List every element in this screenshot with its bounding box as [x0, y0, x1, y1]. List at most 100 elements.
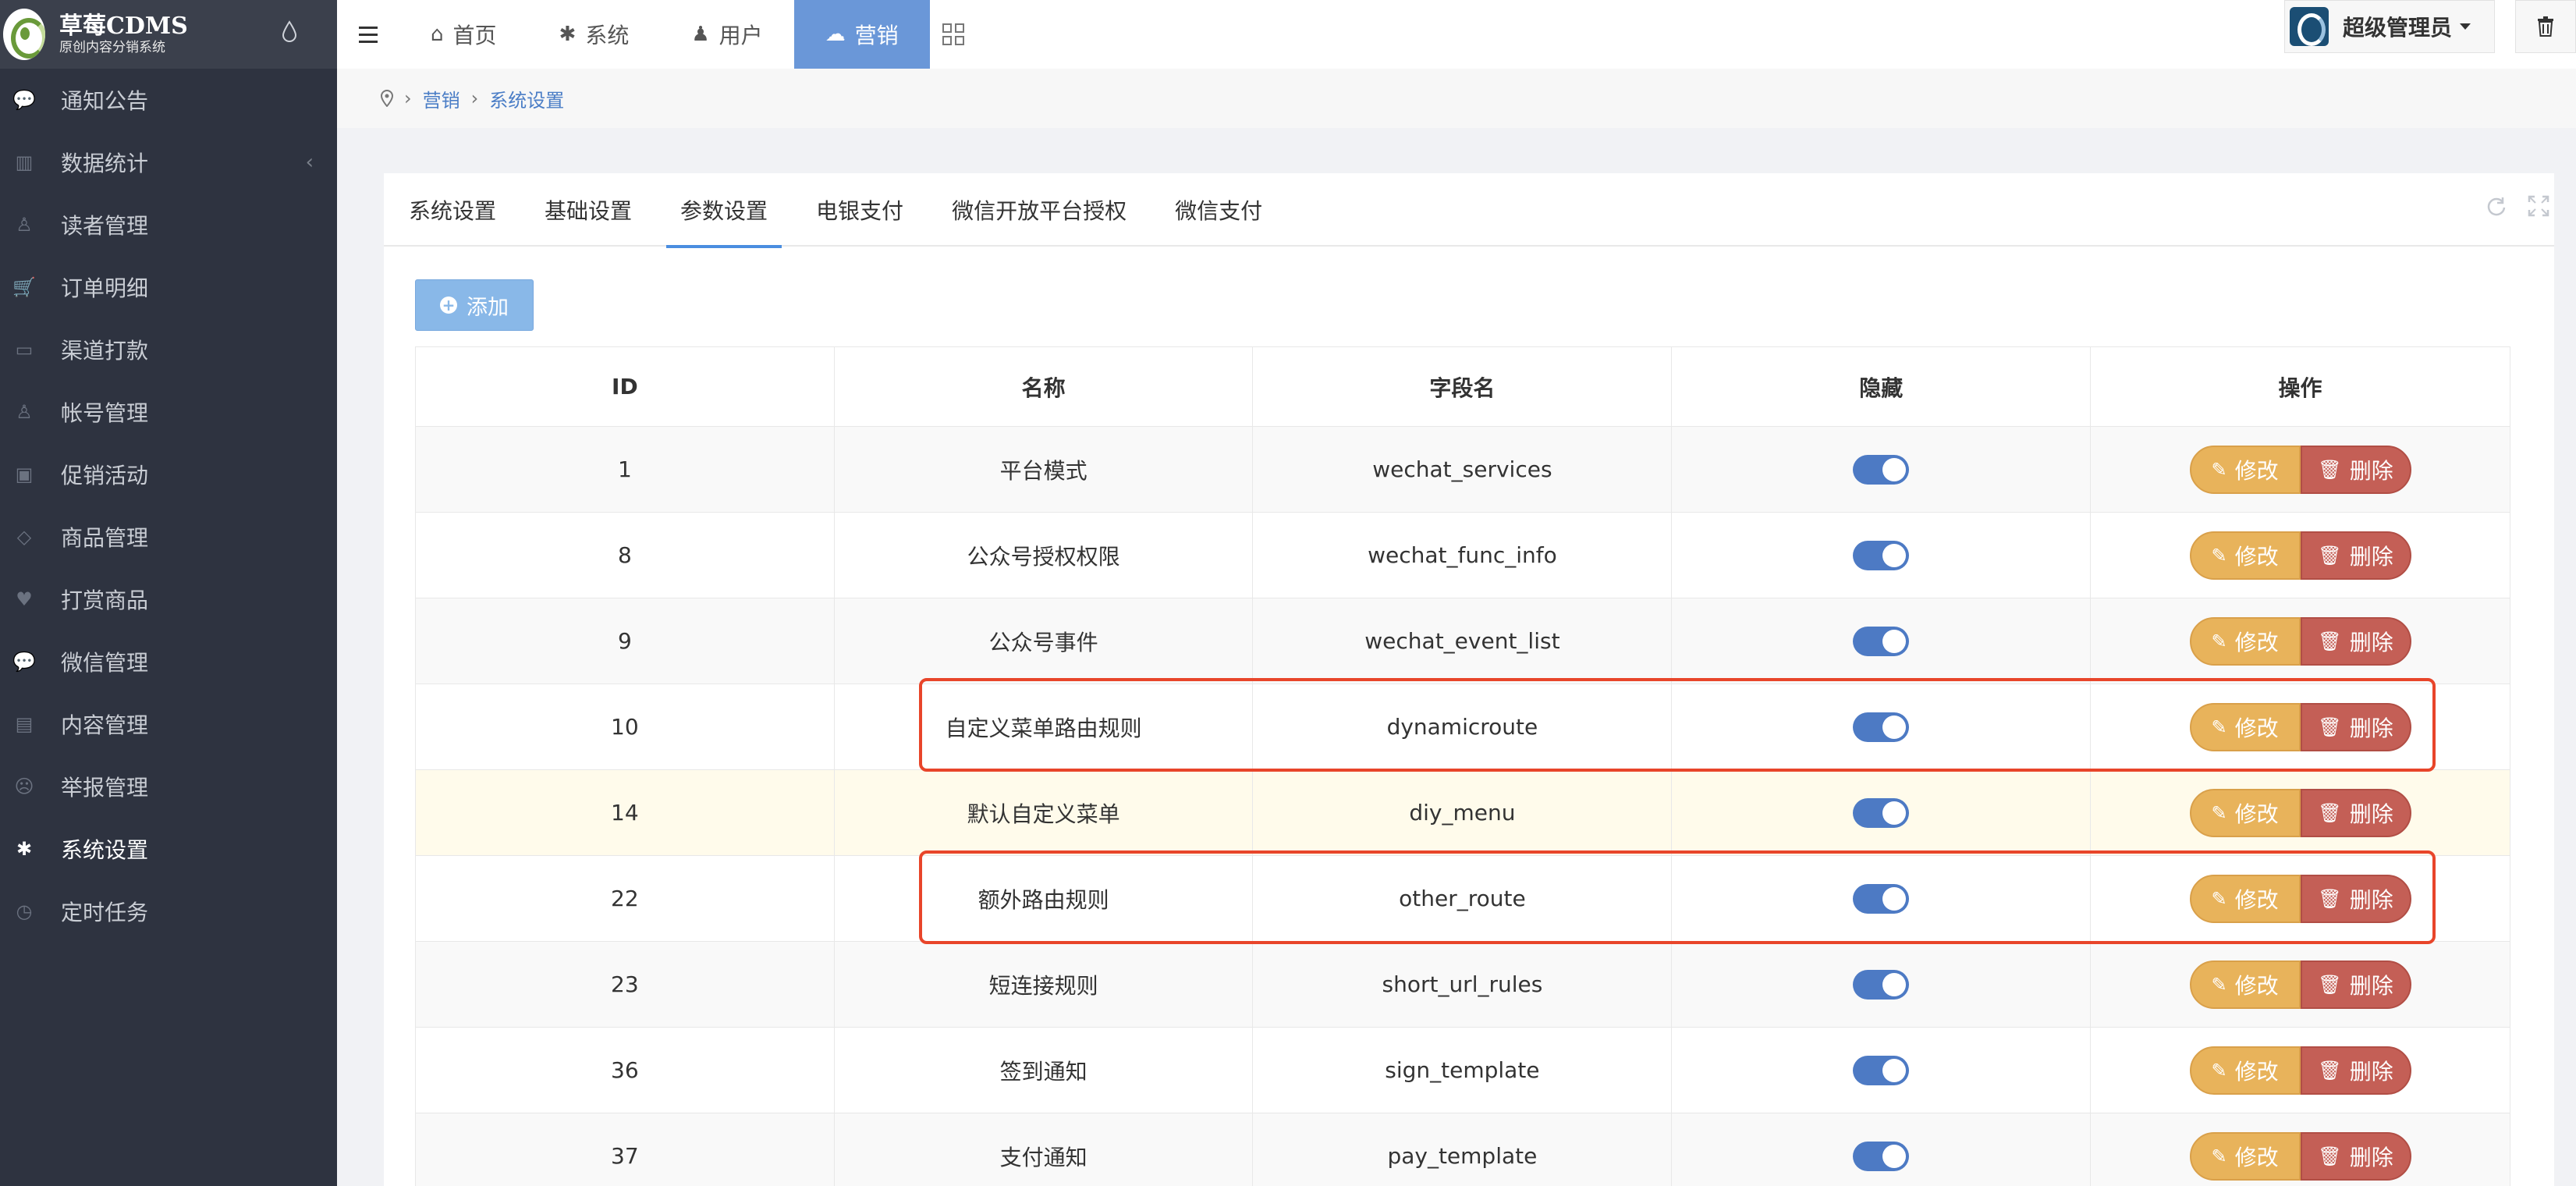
sidebar-item-label: 帐号管理 — [61, 400, 149, 426]
sidebar: 草莓CDMS 原创内容分销系统 💬 通知公告 ▥ 数据统计 ‹ ♙ 读者管理 🛒 订单明细 ▭ 渠道… — [0, 0, 337, 1186]
chevron-down-icon — [2460, 23, 2471, 30]
tab-0[interactable]: 系统设置 — [395, 173, 510, 247]
hidden-toggle[interactable] — [1853, 797, 1910, 828]
trash-icon: 🗑 — [2318, 1059, 2342, 1081]
theme-drop-icon[interactable] — [281, 20, 298, 44]
tab-4[interactable]: 微信开放平台授权 — [938, 173, 1141, 247]
clear-cache-button[interactable] — [2515, 0, 2576, 53]
action-buttons: ✎ 修改 🗑 删除 — [2189, 531, 2411, 580]
delete-button[interactable]: 🗑 删除 — [2300, 616, 2411, 666]
top-nav: ⌂ 首页 ✱ 系统 ♟ 用户 ☁ 营销 — [337, 0, 2576, 69]
user-icon: ♟ — [691, 23, 710, 46]
delete-button[interactable]: 🗑 删除 — [2300, 531, 2411, 580]
nav-item-label: 系统 — [585, 23, 630, 48]
edit-icon: ✎ — [2211, 544, 2227, 566]
cell-field: wechat_func_info — [1252, 512, 1673, 598]
tab-5[interactable]: 微信支付 — [1161, 173, 1276, 247]
edit-icon: ✎ — [2211, 630, 2227, 652]
add-button-label: 添加 — [467, 295, 509, 320]
hidden-toggle[interactable] — [1853, 1141, 1910, 1171]
table-row: 36 签到通知 sign_template ✎ 修改 🗑 删除 — [415, 1027, 2510, 1113]
cell-name: 签到通知 — [833, 1027, 1254, 1113]
nav-item-marketing[interactable]: ☁ 营销 — [793, 0, 930, 69]
delete-button[interactable]: 🗑 删除 — [2300, 445, 2411, 494]
sidebar-item-5[interactable]: ♙ 帐号管理 — [0, 381, 337, 443]
cell-hidden — [1671, 426, 2092, 513]
delete-button-label: 删除 — [2349, 457, 2393, 484]
cart-icon: 🛒 — [12, 276, 36, 298]
fullscreen-icon[interactable] — [2528, 195, 2549, 217]
edit-button-label: 修改 — [2234, 457, 2279, 484]
tab-2[interactable]: 参数设置 — [666, 173, 782, 248]
cell-name: 默认自定义菜单 — [833, 769, 1254, 856]
breadcrumb-item-marketing[interactable]: 营销 — [423, 85, 460, 112]
sidebar-item-4[interactable]: ▭ 渠道打款 — [0, 318, 337, 381]
refresh-icon[interactable] — [2486, 195, 2507, 217]
clock-icon: ◷ — [16, 900, 33, 922]
edit-button[interactable]: ✎ 修改 — [2189, 531, 2301, 580]
sidebar-item-0[interactable]: 💬 通知公告 — [0, 69, 337, 131]
column-header-field: 字段名 — [1252, 346, 1673, 427]
edit-button-label: 修改 — [2234, 1058, 2279, 1085]
frown-icon: ☹ — [14, 776, 34, 797]
delete-button[interactable]: 🗑 删除 — [2300, 960, 2411, 1009]
hidden-toggle[interactable] — [1853, 454, 1910, 485]
sidebar-item-7[interactable]: ◇ 商品管理 — [0, 506, 337, 568]
sidebar-item-6[interactable]: ▣ 促销活动 — [0, 443, 337, 506]
sidebar-item-12[interactable]: ✱ 系统设置 — [0, 818, 337, 880]
menu-toggle-icon[interactable] — [337, 0, 399, 69]
add-button[interactable]: + 添加 — [415, 279, 534, 331]
delete-button[interactable]: 🗑 删除 — [2300, 788, 2411, 837]
edit-button[interactable]: ✎ 修改 — [2189, 616, 2301, 666]
hidden-toggle[interactable] — [1853, 626, 1910, 656]
breadcrumb-separator: › — [404, 87, 412, 109]
edit-button[interactable]: ✎ 修改 — [2189, 445, 2301, 494]
tab-1[interactable]: 基础设置 — [530, 173, 646, 247]
edit-icon: ✎ — [2211, 801, 2227, 824]
cell-hidden — [1671, 598, 2092, 684]
nav-item-label: 首页 — [452, 23, 497, 48]
delete-button[interactable]: 🗑 删除 — [2300, 1046, 2411, 1095]
nav-item-system[interactable]: ✱ 系统 — [528, 0, 661, 69]
cell-id: 10 — [415, 684, 835, 770]
gear-icon: ✱ — [559, 23, 577, 46]
column-header-id: ID — [415, 346, 835, 427]
sidebar-item-label: 订单明细 — [61, 275, 149, 301]
delete-button-label: 删除 — [2349, 543, 2393, 570]
cell-id: 8 — [415, 512, 835, 598]
edit-button[interactable]: ✎ 修改 — [2189, 1131, 2301, 1181]
cell-field: pay_template — [1252, 1113, 1673, 1186]
hidden-toggle[interactable] — [1853, 540, 1910, 570]
sidebar-item-2[interactable]: ♙ 读者管理 — [0, 194, 337, 256]
sidebar-item-13[interactable]: ◷ 定时任务 — [0, 880, 337, 943]
sidebar-item-8[interactable]: ♥ 打赏商品 — [0, 568, 337, 630]
trash-icon: 🗑 — [2318, 973, 2342, 996]
tab-3[interactable]: 电银支付 — [802, 173, 917, 247]
sidebar-item-1[interactable]: ▥ 数据统计 ‹ — [0, 131, 337, 194]
nav-item-user[interactable]: ♟ 用户 — [660, 0, 793, 69]
apps-grid-icon[interactable] — [930, 0, 977, 69]
hidden-toggle[interactable] — [1853, 969, 1910, 1000]
sidebar-item-label: 系统设置 — [61, 837, 149, 863]
sidebar-item-11[interactable]: ☹ 举报管理 — [0, 755, 337, 818]
breadcrumb-item-system-settings[interactable]: 系统设置 — [489, 85, 564, 112]
hidden-toggle[interactable] — [1853, 1055, 1910, 1085]
user-menu[interactable]: 超级管理员 — [2284, 0, 2495, 53]
sidebar-item-10[interactable]: ▤ 内容管理 — [0, 693, 337, 755]
edit-button-label: 修改 — [2234, 801, 2279, 827]
nav-item-label: 用户 — [719, 23, 763, 48]
delete-button[interactable]: 🗑 删除 — [2300, 1131, 2411, 1181]
trash-icon: 🗑 — [2318, 544, 2342, 566]
user-name: 超级管理员 — [2343, 15, 2453, 41]
sidebar-item-3[interactable]: 🛒 订单明细 — [0, 256, 337, 318]
cell-field: diy_menu — [1252, 769, 1673, 856]
edit-button[interactable]: ✎ 修改 — [2189, 1046, 2301, 1095]
heart-icon: ♥ — [16, 588, 33, 610]
edit-button[interactable]: ✎ 修改 — [2189, 788, 2301, 837]
nav-item-home[interactable]: ⌂ 首页 — [399, 0, 528, 69]
sidebar-item-label: 通知公告 — [61, 88, 149, 114]
book-icon: ▤ — [15, 713, 34, 735]
edit-button[interactable]: ✎ 修改 — [2189, 960, 2301, 1009]
trash-icon: 🗑 — [2318, 1145, 2342, 1167]
sidebar-item-9[interactable]: 💬 微信管理 — [0, 630, 337, 693]
